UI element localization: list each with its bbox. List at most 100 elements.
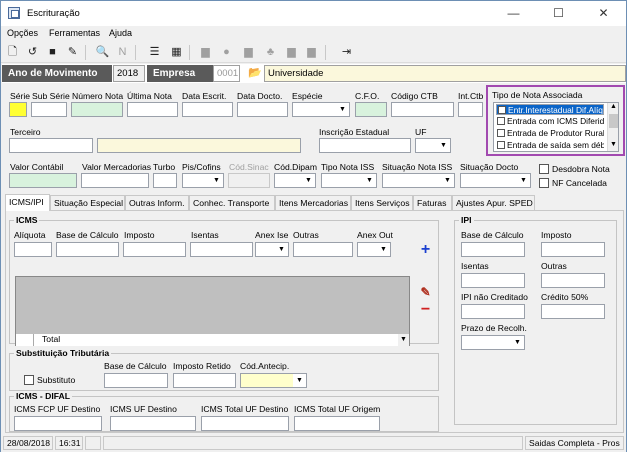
list-scrollbar[interactable]: ▲ ▼ <box>607 103 618 151</box>
list-item[interactable]: Entr.Interestadual Dif.Alíq <box>496 104 604 115</box>
tab-outras-inform[interactable]: Outras Inform. <box>125 195 189 210</box>
codigo-ctb-field[interactable] <box>391 102 454 117</box>
open-folder-icon[interactable]: 📂 <box>248 66 262 80</box>
uf-select[interactable]: ▼ <box>415 138 451 153</box>
add-icon[interactable]: + <box>417 241 434 258</box>
ipi-nao-creditado-field[interactable] <box>461 304 525 319</box>
prazo-recolh-select[interactable]: ▼ <box>461 335 525 350</box>
open-icon[interactable]: ↺ <box>25 45 40 59</box>
tab-faturas[interactable]: Faturas <box>413 195 452 210</box>
substituicao-tributaria-group: Substituição Tributária Base de Cálculo … <box>9 348 439 391</box>
base-calculo-field[interactable] <box>56 242 119 257</box>
situacao-nota-iss-select[interactable]: ▼ <box>382 173 455 188</box>
anex-out-select[interactable]: ▼ <box>357 242 391 257</box>
icms-total-uf-destino-field[interactable] <box>201 416 289 431</box>
menu-ferramentas[interactable]: Ferramentas <box>49 28 100 38</box>
grid-icon[interactable]: ▦ <box>169 45 184 59</box>
valor-mercadorias-field[interactable] <box>81 173 149 188</box>
especie-select[interactable]: ▼ <box>292 102 350 117</box>
imposto-field[interactable] <box>123 242 186 257</box>
outras-field[interactable] <box>293 242 353 257</box>
preview-icon[interactable]: 🔍 <box>95 45 110 59</box>
valor-contabil-field[interactable] <box>9 173 77 188</box>
checkbox[interactable] <box>497 129 505 137</box>
st-base-calculo-field[interactable] <box>104 373 168 388</box>
cod-antecip-select[interactable]: ▼ <box>240 373 307 388</box>
scroll-up-icon[interactable]: ▲ <box>608 103 619 112</box>
data-docto-field[interactable] <box>237 102 288 117</box>
icms-fcp-uf-destino-field[interactable] <box>14 416 102 431</box>
menu-ajuda[interactable]: Ajuda <box>109 28 132 38</box>
numero-nota-field[interactable] <box>71 102 123 117</box>
edit-icon[interactable]: ✎ <box>417 284 434 301</box>
people-icon[interactable]: ♣ <box>263 45 278 59</box>
situacao-docto-select[interactable]: ▼ <box>460 173 531 188</box>
calc-icon[interactable]: ▆ <box>284 45 299 59</box>
save-icon[interactable]: ■ <box>45 45 60 59</box>
cfo-field[interactable] <box>355 102 387 117</box>
menu-opcoes[interactable]: Opções <box>7 28 38 38</box>
new-icon[interactable]: 🗋 <box>5 45 20 59</box>
sub-serie-field[interactable] <box>31 102 67 117</box>
tab-conhec-transporte[interactable]: Conhec. Transporte <box>189 195 275 210</box>
imposto-retido-field[interactable] <box>173 373 236 388</box>
cod-antecip-label: Cód.Antecip. <box>240 361 290 371</box>
aliquota-field[interactable] <box>14 242 52 257</box>
isentas-field[interactable] <box>190 242 253 257</box>
minimize-button[interactable]: — <box>491 1 536 26</box>
nf-cancelada-checkbox[interactable] <box>539 178 549 188</box>
chevron-down-icon[interactable]: ▼ <box>398 334 409 346</box>
ipi-outras-field[interactable] <box>541 273 605 288</box>
desdobra-nota-checkbox[interactable] <box>539 164 549 174</box>
ultima-nota-field[interactable] <box>127 102 178 117</box>
tipo-nota-associada-label: Tipo de Nota Associada <box>492 90 583 100</box>
data-escrit-field[interactable] <box>182 102 233 117</box>
inscricao-estadual-field[interactable] <box>319 138 411 153</box>
situacao-nota-iss-label: Situação Nota ISS <box>382 162 453 172</box>
icms-uf-destino-field[interactable] <box>110 416 196 431</box>
int-ctb-field[interactable] <box>458 102 483 117</box>
tab-situacao-especial[interactable]: Situação Especial <box>50 195 125 210</box>
list-item[interactable]: Entrada com ICMS Diferido <box>496 116 604 127</box>
close-button[interactable]: ✕ <box>581 1 626 26</box>
anex-ise-select[interactable]: ▼ <box>255 242 289 257</box>
ano-field[interactable]: 2018 <box>113 65 145 82</box>
checkbox[interactable] <box>497 141 505 149</box>
ipi-base-calculo-field[interactable] <box>461 242 525 257</box>
icms-grid[interactable]: Total ▼ <box>15 276 410 346</box>
checkbox[interactable] <box>498 106 506 114</box>
apple-icon[interactable]: ● <box>219 45 234 59</box>
cod-dipam-select[interactable]: ▼ <box>274 173 316 188</box>
tab-icms-ipi[interactable]: ICMS/IPI <box>5 194 50 211</box>
tipo-nota-associada-list[interactable]: Entr.Interestadual Dif.Alíq Entrada com … <box>493 102 619 152</box>
list-icon[interactable]: ☰ <box>147 45 162 59</box>
credito-50-field[interactable] <box>541 304 605 319</box>
copy-icon[interactable]: ▆ <box>241 45 256 59</box>
substituto-checkbox[interactable] <box>24 375 34 385</box>
scroll-thumb[interactable] <box>609 114 618 128</box>
terceiro-code-field[interactable] <box>9 138 93 153</box>
tab-ajustes-apur-sped[interactable]: Ajustes Apur. SPED <box>452 195 535 210</box>
export-icon[interactable]: ▆ <box>304 45 319 59</box>
nfe-icon[interactable]: N <box>115 45 130 59</box>
situacao-docto-label: Situação Docto <box>460 162 519 172</box>
exit-icon[interactable]: ⇥ <box>339 45 354 59</box>
folder-icon[interactable]: ▆ <box>198 45 213 59</box>
serie-field[interactable] <box>9 102 27 117</box>
tab-itens-mercadorias[interactable]: Itens Mercadorias <box>275 195 351 210</box>
turbo-field[interactable] <box>153 173 177 188</box>
tipo-nota-iss-select[interactable]: ▼ <box>321 173 377 188</box>
scroll-down-icon[interactable]: ▼ <box>608 141 619 150</box>
delete-icon[interactable]: ✎ <box>65 45 80 59</box>
pis-cofins-select[interactable]: ▼ <box>182 173 224 188</box>
list-item[interactable]: Entrada de saída sem débito <box>496 140 604 151</box>
empresa-code-field[interactable]: 0001 <box>213 65 240 82</box>
checkbox[interactable] <box>497 117 505 125</box>
list-item[interactable]: Entrada de Produtor Rural <box>496 128 604 139</box>
icms-total-uf-origem-field[interactable] <box>294 416 380 431</box>
ipi-imposto-field[interactable] <box>541 242 605 257</box>
remove-icon[interactable]: − <box>417 301 434 318</box>
maximize-button[interactable]: ☐ <box>536 1 581 26</box>
ipi-isentas-field[interactable] <box>461 273 525 288</box>
tab-itens-servicos[interactable]: Itens Serviços <box>351 195 413 210</box>
